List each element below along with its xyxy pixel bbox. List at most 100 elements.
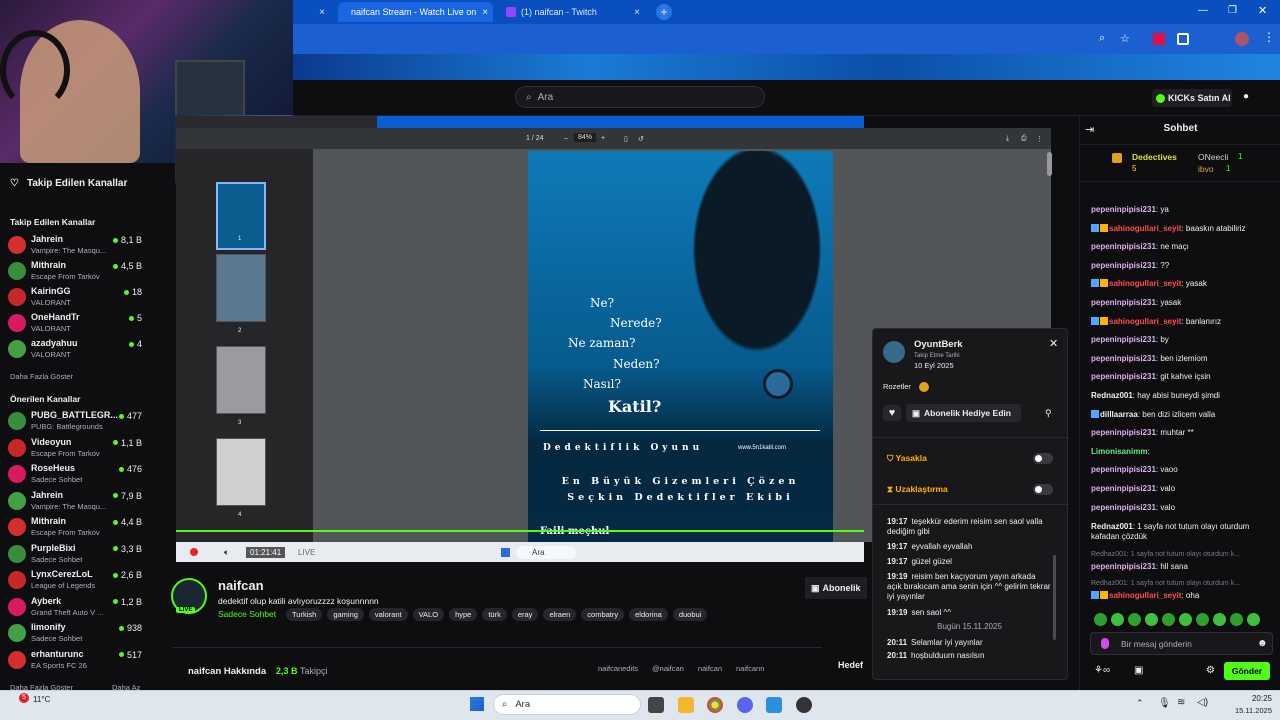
page-indicator[interactable]: 1 / 24 (526, 135, 544, 142)
record-icon[interactable] (190, 548, 198, 556)
clock-time[interactable]: 20:25 (1222, 694, 1272, 703)
chat-user[interactable]: sahinogullari_seyit (1109, 317, 1181, 326)
show-more-link[interactable]: Daha Fazla Göster (10, 372, 73, 381)
heart-button[interactable]: ♥ (883, 405, 901, 421)
sidebar-channel[interactable]: PUBG_BATTLEGR... PUBG: Battlegrounds 477 (8, 409, 148, 435)
chat-user[interactable]: pepeninpipisi231 (1091, 503, 1156, 512)
prev-tab[interactable]: × (293, 2, 333, 22)
stream-tag[interactable]: valorant (368, 608, 408, 621)
emote-icon[interactable] (1230, 613, 1243, 626)
minimize-icon[interactable]: — (1198, 5, 1208, 16)
task-view-icon[interactable] (648, 697, 664, 713)
sidebar-channel[interactable]: Videoyun Escape From Tarkov 1,1 B (8, 436, 148, 462)
stream-tag[interactable]: türk (482, 608, 507, 621)
emote-icon[interactable] (1111, 613, 1124, 626)
thumbnail-3[interactable] (216, 346, 266, 414)
emote-icon[interactable] (1145, 613, 1158, 626)
maximize-icon[interactable]: ❐ (1228, 5, 1237, 16)
close-icon[interactable]: × (628, 7, 640, 18)
start-icon[interactable] (470, 697, 484, 711)
stream-tag[interactable]: combatry (581, 608, 625, 621)
star-icon[interactable]: ☆ (1120, 32, 1130, 45)
sidebar-channel[interactable]: limonify Sadece Sohbet 938 (8, 621, 148, 647)
chat-user[interactable]: Rednaz001 (1091, 522, 1133, 531)
rotate-icon[interactable]: ↺ (638, 135, 644, 143)
gift-sub-button[interactable]: ▣ Abonelik Hediye Edin (906, 404, 1021, 422)
chat-user[interactable]: dilllaarraa (1100, 410, 1138, 419)
obs-icon[interactable] (796, 697, 812, 713)
new-tab-button[interactable]: + (656, 4, 672, 20)
instagram-link[interactable]: naifcanedits (598, 664, 638, 673)
stream-tag[interactable]: eray (511, 608, 539, 621)
chat-user[interactable]: Rednaz001 (1091, 391, 1133, 400)
x-link[interactable]: naifcan (698, 664, 722, 673)
stream-tag[interactable]: eldorina (629, 608, 668, 621)
close-icon[interactable]: ✕ (1049, 337, 1058, 350)
fit-page-icon[interactable]: ▯ (624, 135, 628, 143)
profile-avatar[interactable] (1235, 32, 1249, 46)
pin-icon[interactable]: ⚲ (1045, 408, 1052, 419)
emote-icon[interactable] (1128, 613, 1141, 626)
speaker-icon[interactable]: ◁) (1197, 697, 1208, 708)
wifi-icon[interactable]: ≋ (1177, 697, 1185, 708)
tray-chevron-icon[interactable]: ⌃ (1136, 698, 1144, 709)
sidebar-channel[interactable]: Mithrain Escape From Tarkov 4,4 B (8, 515, 148, 541)
sidebar-channel[interactable]: RoseHeus Sadece Sohbet 476 (8, 462, 148, 488)
zoom-level[interactable]: 84% (574, 133, 597, 142)
chat-user[interactable]: pepeninpipisi231 (1091, 335, 1156, 344)
buy-kicks-button[interactable]: KICKs Satın Al (1152, 89, 1232, 107)
followed-header[interactable]: ♡ Takip Edilen Kanallar (10, 178, 127, 189)
emote-icon[interactable] (1094, 613, 1107, 626)
timeout-toggle[interactable] (1033, 484, 1053, 495)
volume-icon[interactable]: 🔈︎ (224, 547, 229, 558)
channel-name[interactable]: naifcan (218, 578, 264, 593)
more-icon[interactable]: ⋮ (1036, 135, 1043, 143)
sidebar-channel[interactable]: LynxCerezLoL League of Legends 2,6 B (8, 568, 148, 594)
notification-icon[interactable]: ● (1243, 91, 1249, 102)
sidebar-channel[interactable]: azadyahuu VALORANT 4 (8, 337, 148, 363)
emote-icon[interactable] (1247, 613, 1260, 626)
sidebar-channel[interactable]: KairinGG VALORANT 18 (8, 285, 148, 311)
sidebar-channel[interactable]: Ayberk Grand Theft Auto V ... 1,2 B (8, 595, 148, 621)
emote-icon[interactable] (1196, 613, 1209, 626)
stream-tag[interactable]: gaming (327, 608, 364, 621)
chrome-icon[interactable] (707, 697, 723, 713)
address-bar[interactable]: ⌕ ☆ ⋮ (293, 24, 1280, 54)
close-icon[interactable]: × (476, 7, 488, 18)
sidebar-channel[interactable]: Mithrain Escape From Tarkov 4,5 B (8, 259, 148, 285)
sidebar-channel[interactable]: Jahrein Vampire: The Masqu... 8,1 B (8, 233, 148, 259)
taskbar-search[interactable]: ⌕ Ara (493, 694, 641, 715)
gift-icon[interactable]: ▣ (1134, 665, 1143, 676)
thumbnail-4[interactable] (216, 438, 266, 506)
chat-user[interactable]: pepeninpipisi231 (1091, 484, 1156, 493)
stream-tag[interactable]: Turkish (286, 608, 323, 621)
search-input[interactable]: ⌕ Ara (515, 86, 765, 108)
chat-user[interactable]: pepeninpipisi231 (1091, 562, 1156, 571)
chat-user[interactable]: pepeninpipisi231 (1091, 428, 1156, 437)
chat-user[interactable]: sahinogullari_seyit (1109, 224, 1181, 233)
close-icon[interactable]: × (313, 7, 325, 18)
search-icon[interactable]: ⌕ (1099, 32, 1105, 45)
weather-text[interactable]: 11°C (33, 695, 50, 704)
sidebar-channel[interactable]: OneHandTr VALORANT 5 (8, 311, 148, 337)
chat-user[interactable]: pepeninpipisi231 (1091, 242, 1156, 251)
print-icon[interactable]: ⎙ (1021, 135, 1027, 143)
tab-kick[interactable]: naifcan Stream - Watch Live on × (338, 2, 493, 22)
gear-icon[interactable]: ⚙ (1206, 665, 1215, 676)
chat-user[interactable]: pepeninpipisi231 (1091, 298, 1156, 307)
chat-user[interactable]: pepeninpipisi231 (1091, 354, 1156, 363)
discord-icon[interactable] (737, 697, 753, 713)
close-window-icon[interactable]: ✕ (1258, 4, 1267, 17)
file-explorer-icon[interactable] (678, 697, 694, 713)
thumbnail-2[interactable] (216, 254, 266, 322)
puzzle-icon[interactable] (1177, 33, 1189, 45)
sidebar-channel[interactable]: PurpleBixi Sadece Sohbet 3,3 B (8, 542, 148, 568)
emote-icon[interactable] (1162, 613, 1175, 626)
menu-icon[interactable]: ⋮ (1263, 30, 1275, 44)
stream-tag[interactable]: duobui (672, 608, 708, 621)
youtube-link[interactable]: @naifcan (652, 664, 684, 673)
zoom-in-icon[interactable]: + (601, 135, 605, 142)
chat-user[interactable]: sahinogullari_seyit (1109, 279, 1181, 288)
pdf-scrollbar[interactable] (1047, 152, 1052, 176)
extension-icon[interactable] (1153, 33, 1165, 45)
